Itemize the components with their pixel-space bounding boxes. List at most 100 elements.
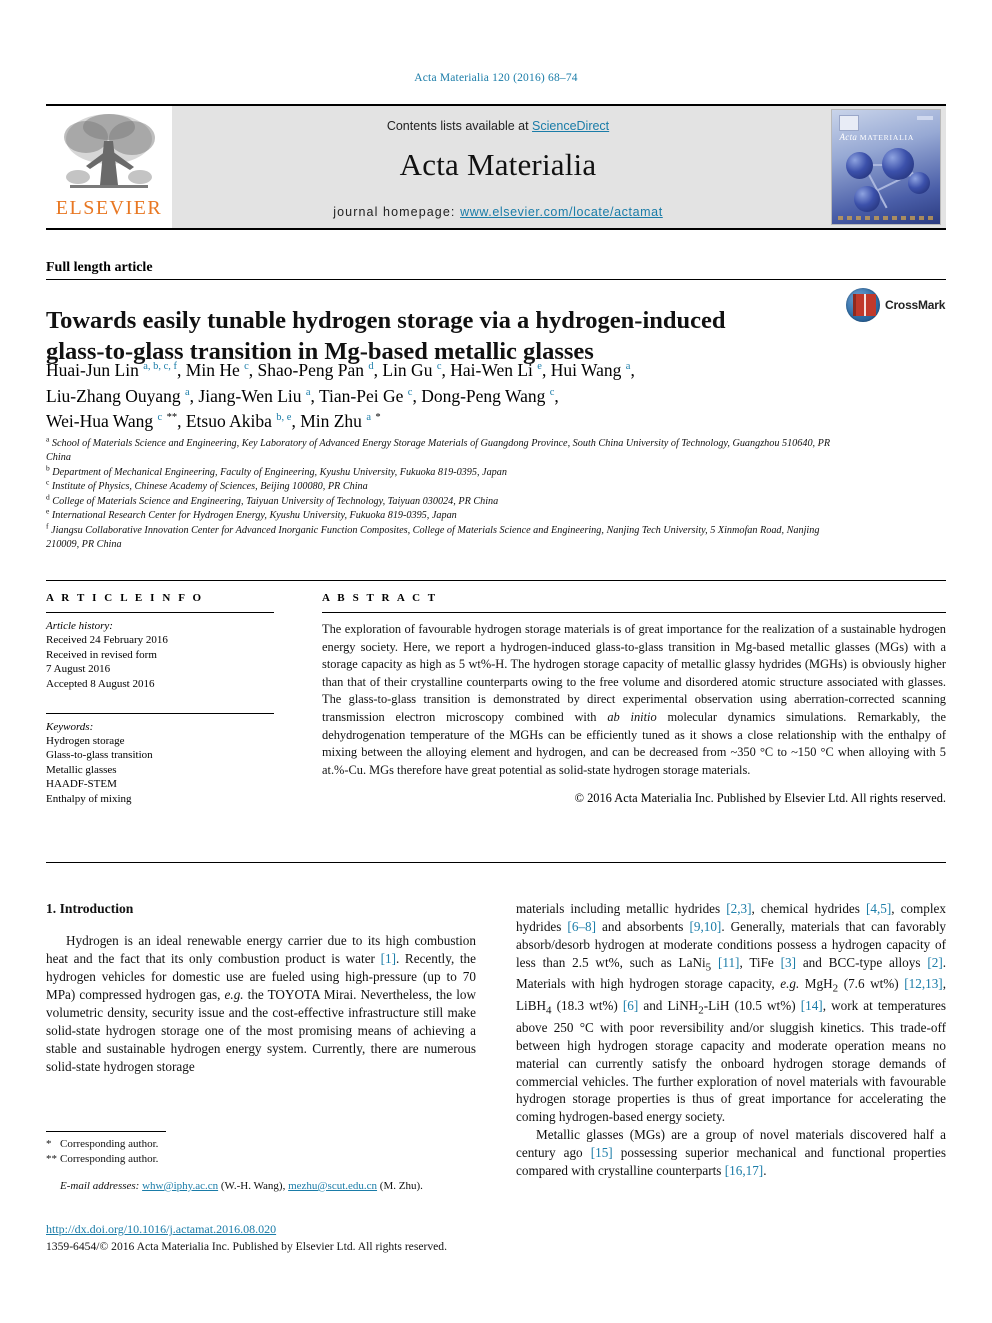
sciencedirect-link[interactable]: ScienceDirect xyxy=(532,119,609,133)
article-type-label: Full length article xyxy=(46,260,153,275)
footnote-item: * Corresponding author. xyxy=(46,1137,476,1152)
article-page: Acta Materialia 120 (2016) 68–74 ELSEVIE… xyxy=(0,0,992,1323)
footnote-emails: E-mail addresses: whw@iphy.ac.cn (W.-H. … xyxy=(46,1179,476,1194)
citation-link[interactable]: [15] xyxy=(591,1145,613,1160)
author-line: Wei-Hua Wang c **, Etsuo Akiba b, e, Min… xyxy=(46,411,381,432)
section-heading-introduction: 1. Introduction xyxy=(46,901,134,916)
citation-link[interactable]: [1] xyxy=(381,951,396,966)
footnote-divider xyxy=(46,1131,166,1132)
journal-homepage-link[interactable]: www.elsevier.com/locate/actamat xyxy=(460,205,663,219)
crossmark-badge[interactable]: CrossMark xyxy=(846,288,945,322)
affiliation-marker: d xyxy=(46,492,50,502)
elsevier-wordmark: ELSEVIER xyxy=(55,197,163,219)
affiliation-item: d College of Materials Science and Engin… xyxy=(46,492,836,509)
homepage-prefix: journal homepage: xyxy=(333,205,461,219)
crossmark-label: CrossMark xyxy=(885,298,946,312)
author-line: Huai-Jun Lin a, b, c, f, Min He c, Shao-… xyxy=(46,360,635,380)
journal-cover-thumbnail: Acta MATERIALIA xyxy=(824,106,946,228)
abstract-column: A B S T R A C T The exploration of favou… xyxy=(322,592,946,806)
citation-link[interactable]: [16,17] xyxy=(725,1163,763,1178)
elsevier-tree-icon xyxy=(64,114,155,188)
abstract-copyright: © 2016 Acta Materialia Inc. Published by… xyxy=(574,791,946,806)
affiliation-text: International Research Center for Hydrog… xyxy=(51,510,457,522)
text-run: materials including metallic hydrides xyxy=(516,901,727,916)
email-owner: (M. Zhu). xyxy=(379,1179,423,1192)
abstract-italic-phrase: ab initio xyxy=(607,710,657,725)
journal-band: Contents lists available at ScienceDirec… xyxy=(172,106,824,228)
text-run-italic: e.g. xyxy=(780,976,800,992)
citation-link[interactable]: [4,5] xyxy=(866,901,891,916)
affiliation-item: c Institute of Physics, Chinese Academy … xyxy=(46,479,836,494)
text-run: . xyxy=(763,1163,767,1179)
body-column-right: materials including metallic hydrides [2… xyxy=(516,900,946,1180)
crossmark-book-icon xyxy=(853,294,876,316)
divider xyxy=(322,612,946,613)
divider xyxy=(46,279,946,280)
text-run: (18.3 wt%) xyxy=(551,998,623,1014)
affiliation-item: f Jiangsu Collaborative Innovation Cente… xyxy=(46,521,836,553)
cover-title: Acta MATERIALIA xyxy=(840,132,915,142)
citation-link[interactable]: [6] xyxy=(623,998,638,1013)
text-run: MgH xyxy=(799,976,833,992)
email-link-zhu[interactable]: mezhu@scut.edu.cn xyxy=(288,1180,377,1192)
divider xyxy=(46,612,274,613)
text-run: and BCC-type alloys xyxy=(796,954,928,970)
history-item: Received in revised form xyxy=(46,648,157,661)
divider xyxy=(46,580,946,581)
affiliation-list: a School of Materials Science and Engine… xyxy=(46,435,836,553)
author-line: Liu-Zhang Ouyang a, Jiang-Wen Liu a, Tia… xyxy=(46,385,559,406)
citation-link[interactable]: [2,3] xyxy=(726,901,751,916)
cover-node xyxy=(853,186,880,212)
footnote-text: Corresponding author. xyxy=(60,1138,159,1150)
author-list: Huai-Jun Lin a, b, c, f, Min He c, Shao-… xyxy=(46,358,846,435)
affiliation-text: School of Materials Science and Engineer… xyxy=(46,438,831,464)
affiliation-item: b Department of Mechanical Engineering, … xyxy=(46,464,836,480)
keyword-item: Hydrogen storage xyxy=(46,734,125,747)
keyword-item: Glass-to-glass transition xyxy=(46,749,153,762)
citation-link[interactable]: [3] xyxy=(781,955,796,970)
journal-masthead: ELSEVIER Contents lists available at Sci… xyxy=(46,104,946,230)
keywords-label: Keywords: xyxy=(46,720,94,733)
crossmark-icon xyxy=(846,288,880,322)
footnote-marker: ** xyxy=(46,1153,57,1166)
email-owner: (W.-H. Wang), xyxy=(220,1179,286,1192)
cover-title-rest: MATERIALIA xyxy=(859,133,915,142)
citation-link[interactable]: [11] xyxy=(718,955,739,970)
article-info-heading: A R T I C L E I N F O xyxy=(46,592,204,604)
affiliation-marker: f xyxy=(46,521,49,531)
footnotes-block: * Corresponding author. ** Corresponding a… xyxy=(46,1137,476,1205)
keyword-item: Enthalpy of mixing xyxy=(46,793,132,805)
elsevier-logo: ELSEVIER xyxy=(46,106,172,228)
abstract-heading: A B S T R A C T xyxy=(322,592,438,604)
footnote-item: ** Corresponding author. xyxy=(46,1152,476,1167)
email-link-wang[interactable]: whw@iphy.ac.cn xyxy=(142,1180,218,1192)
abstract-part-1: The exploration of favourable hydrogen s… xyxy=(322,622,946,725)
affiliation-marker: e xyxy=(46,507,50,517)
running-head: Acta Materialia 120 (2016) 68–74 xyxy=(414,72,578,84)
article-info-column: A R T I C L E I N F O Article history: R… xyxy=(46,592,274,807)
citation-link[interactable]: [2] xyxy=(927,955,942,970)
cover-node xyxy=(845,152,873,179)
divider xyxy=(46,712,274,714)
text-run-italic: e.g. xyxy=(224,987,244,1003)
history-item: 7 August 2016 xyxy=(46,663,111,676)
issn-copyright-line: 1359-6454/© 2016 Acta Materialia Inc. Pu… xyxy=(46,1240,447,1253)
paragraph: Metallic glasses (MGs) are a group of no… xyxy=(516,1126,946,1180)
text-run: -LiH (10.5 wt%) xyxy=(703,998,801,1014)
text-run: , chemical hydrides xyxy=(751,901,866,916)
keyword-item: Metallic glasses xyxy=(46,763,117,776)
citation-link[interactable]: [6–8] xyxy=(567,919,596,934)
affiliation-text: Jiangsu Collaborative Innovation Center … xyxy=(46,524,820,551)
citation-link[interactable]: [12,13] xyxy=(904,976,942,991)
journal-title: Acta Materialia xyxy=(399,147,597,182)
footnote-marker: * xyxy=(46,1138,52,1150)
body-column-left: 1. Introduction Hydrogen is an ideal ren… xyxy=(46,900,476,1076)
citation-link[interactable]: [9,10] xyxy=(689,919,721,934)
paragraph: Hydrogen is an ideal renewable energy ca… xyxy=(46,932,476,1076)
paragraph: materials including metallic hydrides [2… xyxy=(516,900,946,1126)
doi-link[interactable]: http://dx.doi.org/10.1016/j.actamat.2016… xyxy=(46,1222,276,1237)
cover-top-strip xyxy=(916,116,933,120)
text-run xyxy=(711,955,718,970)
affiliation-item: e International Research Center for Hydr… xyxy=(46,507,836,523)
citation-link[interactable]: [14] xyxy=(801,998,823,1013)
